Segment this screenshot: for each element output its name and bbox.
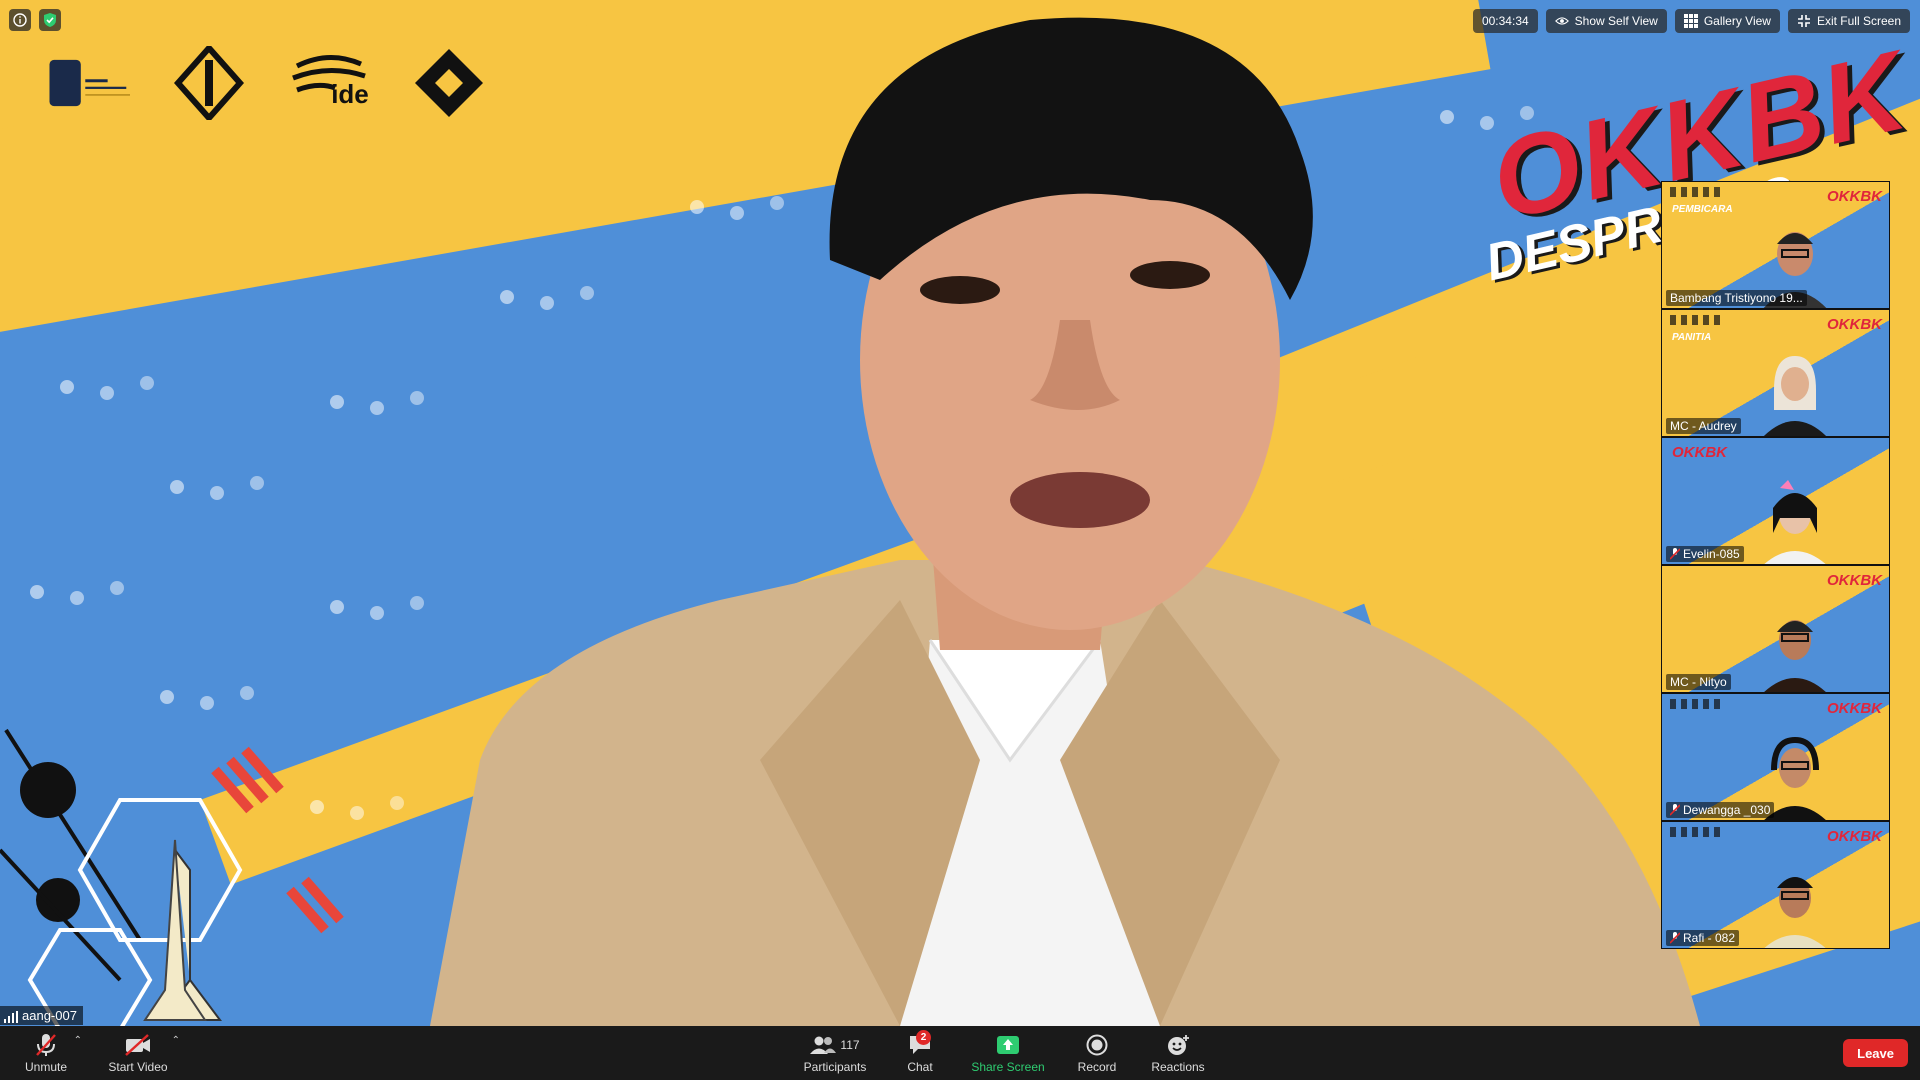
audio-options-chevron-icon[interactable]: ⌃ [74,1035,82,1046]
chat-label: Chat [907,1060,933,1074]
meeting-info-bar [9,9,61,31]
participant-name: Evelin-085 [1666,546,1744,562]
exit-full-screen-label: Exit Full Screen [1816,14,1901,28]
exit-full-screen-button[interactable]: Exit Full Screen [1787,9,1910,33]
participants-icon [810,1036,837,1054]
participant-name: Dewangga _030 [1666,802,1775,818]
participant-name: Rafi - 082 [1666,930,1740,946]
tile-logos [1670,827,1720,837]
participant-tile[interactable]: OKKBK Rafi - 082 [1661,821,1890,949]
grid-icon [1683,14,1698,28]
meeting-timer: 00:34:34 [1472,9,1538,33]
meeting-toolbar: Unmute ⌃ Start Video ⌃ 117 Participants [0,1026,1920,1080]
share-screen-button[interactable]: Share Screen [971,1026,1045,1080]
video-options-chevron-icon[interactable]: ⌃ [172,1035,180,1046]
tile-logos [1670,187,1720,197]
tile-role-tag: PEMBICARA [1672,204,1733,215]
shield-check-icon[interactable] [39,9,61,31]
gallery-view-label: Gallery View [1703,14,1771,28]
tile-brand: OKKBK [1672,444,1727,461]
participant-tile[interactable]: OKKBK Dewangga _030 [1661,693,1890,821]
participant-video [1764,877,1826,948]
show-self-view-button[interactable]: Show Self View [1545,9,1667,33]
active-speaker-video[interactable]: ide OKKBK DESPRO ITS [0,0,1920,1026]
show-self-view-label: Show Self View [1574,14,1658,28]
tile-brand: OKKBK [1827,828,1882,845]
mic-muted-icon [1670,932,1680,944]
participant-video [1764,356,1826,436]
record-button[interactable]: Record [1076,1026,1118,1080]
active-speaker-name: aang-007 [22,1008,77,1023]
participant-tile[interactable]: OKKBK PEMBICARA Bambang Tristiyono 19... [1661,181,1890,309]
start-video-button[interactable]: Start Video ⌃ [108,1026,180,1080]
mic-muted-icon [1670,548,1680,560]
tile-brand: OKKBK [1827,188,1882,205]
chat-unread-badge: 2 [916,1030,931,1045]
leave-button[interactable]: Leave [1843,1039,1908,1067]
share-screen-label: Share Screen [971,1060,1045,1074]
participant-tile[interactable]: OKKBK Evelin-085 [1661,437,1890,565]
tile-role-tag: PANITIA [1672,332,1712,343]
participant-tile[interactable]: OKKBK PANITIA MC - Audrey [1661,309,1890,437]
chat-button[interactable]: 2 Chat [900,1026,940,1080]
video-off-icon [125,1034,150,1056]
participant-gallery-strip: OKKBK PEMBICARA Bambang Tristiyono 19...… [1661,181,1890,949]
tile-brand: OKKBK [1827,572,1882,589]
gallery-view-button[interactable]: Gallery View [1674,9,1780,33]
participants-label: Participants [803,1060,867,1074]
exit-fullscreen-icon [1797,15,1810,27]
tile-logos [1670,315,1720,325]
participants-button[interactable]: 117 Participants [802,1026,868,1080]
view-controls: 00:34:34 Show Self View Gallery View Exi… [1472,9,1910,33]
reactions-label: Reactions [1151,1060,1205,1074]
tile-brand: OKKBK [1827,700,1882,717]
active-speaker-name-label: aang-007 [0,1006,83,1025]
tile-brand: OKKBK [1827,316,1882,333]
participant-name: Bambang Tristiyono 19... [1666,290,1807,306]
participant-tile[interactable]: OKKBK MC - Nityo [1661,565,1890,693]
tile-logos [1670,699,1720,709]
timer-text: 00:34:34 [1481,14,1529,28]
eye-icon [1554,17,1569,25]
speaker-person [430,17,1700,1026]
info-icon[interactable] [9,9,31,31]
participant-name: MC - Nityo [1666,674,1731,690]
participant-name: MC - Audrey [1666,418,1741,434]
participants-count: 117 [840,1038,860,1052]
unmute-button[interactable]: Unmute ⌃ [22,1026,82,1080]
signal-strength-icon [4,1011,18,1023]
start-video-label: Start Video [108,1060,168,1074]
participant-video [1764,480,1826,564]
unmute-label: Unmute [24,1060,68,1074]
mic-muted-icon [1670,804,1680,816]
reactions-icon [1168,1035,1189,1055]
record-label: Record [1077,1060,1117,1074]
participant-video [1764,620,1826,692]
record-icon [1086,1034,1108,1056]
mic-muted-icon [36,1034,56,1056]
share-screen-icon [997,1036,1019,1054]
reactions-button[interactable]: Reactions [1150,1026,1206,1080]
